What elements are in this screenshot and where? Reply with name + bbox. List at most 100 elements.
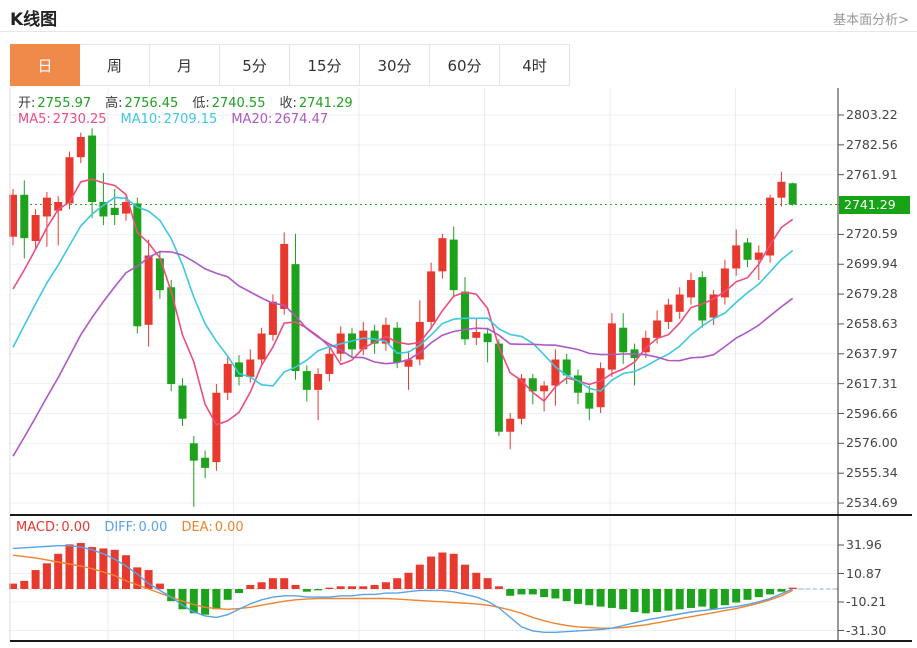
candle-body-up [269, 302, 277, 335]
price-tick-label: 2720.59 [846, 227, 898, 241]
macd-hist-bar-positive [348, 586, 356, 589]
macd-hist-bar-negative [642, 589, 650, 613]
candle-body-up [777, 182, 785, 198]
macd-hist-bar-positive [359, 586, 367, 589]
macd-hist-bar-negative [529, 589, 537, 594]
macd-hist-bar-positive [438, 552, 446, 589]
candle-body-up [224, 364, 232, 393]
macd-tick-label: -31.30 [846, 624, 886, 638]
tab-60分[interactable]: 60分 [430, 44, 500, 86]
macd-hist-bar-positive [393, 578, 401, 589]
candle-body-up [687, 280, 695, 297]
macd-hist-bar-negative [518, 589, 526, 594]
macd-hist-bar-positive [405, 573, 413, 589]
candle-body-up [258, 333, 266, 359]
legend-item: MA5:2730.25 [18, 112, 107, 127]
candle-body-down [450, 240, 458, 291]
price-tick-label: 2679.28 [846, 287, 898, 301]
tab-30分[interactable]: 30分 [360, 44, 430, 86]
candle-body-up [212, 393, 220, 462]
price-tick-label: 2555.34 [846, 466, 898, 480]
macd-hist-bar-negative [698, 589, 706, 607]
macd-legend: MACD:0.00DIFF:0.00DEA:0.00 [16, 520, 244, 535]
macd-hist-bar-positive [371, 585, 379, 589]
tab-15分[interactable]: 15分 [290, 44, 360, 86]
page-title: K线图 [10, 5, 57, 30]
macd-tick-label: 31.96 [846, 538, 882, 552]
candle-body-down [585, 393, 593, 409]
candle-body-down [88, 136, 96, 202]
tab-月[interactable]: 月 [150, 44, 220, 86]
macd-hist-bar-positive [145, 570, 153, 589]
candle-body-up [472, 332, 480, 338]
candle-body-up [438, 238, 446, 271]
macd-hist-bar-negative [631, 589, 639, 612]
candle-body-down [461, 292, 469, 340]
candle-body-down [484, 333, 492, 342]
price-tick-label: 2658.63 [846, 317, 898, 331]
candle-body-down [393, 328, 401, 363]
candle-body-down [789, 183, 797, 204]
tab-4时[interactable]: 4时 [500, 44, 570, 86]
timeframe-tabs: 日周月5分15分30分60分4时 [10, 44, 570, 86]
macd-hist-bar-positive [20, 581, 28, 589]
legend-item: 高:2756.45 [105, 92, 178, 111]
fundamental-analysis-link[interactable]: 基本面分析> [833, 9, 909, 28]
candle-body-down [495, 344, 503, 432]
macd-hist-bar-positive [32, 570, 40, 589]
candle-body-up [314, 374, 322, 390]
macd-tick-label: 10.87 [846, 567, 882, 581]
candle-body-down [744, 242, 752, 259]
legend-item: MA20:2674.47 [231, 112, 328, 127]
candle-body-up [540, 386, 548, 392]
candle-body-down [201, 458, 209, 468]
price-tick-label: 2617.31 [846, 377, 898, 391]
tab-周[interactable]: 周 [80, 44, 150, 86]
candle-body-up [246, 360, 254, 377]
macd-hist-bar-positive [111, 550, 119, 589]
legend-item: DEA:0.00 [181, 520, 243, 535]
candle-body-down [156, 258, 164, 290]
macd-hist-bar-negative [574, 589, 582, 604]
tab-5分[interactable]: 5分 [220, 44, 290, 86]
price-tick-label: 2637.97 [846, 347, 898, 361]
macd-hist-bar-positive [66, 544, 74, 589]
legend-item: 低:2740.55 [192, 92, 265, 111]
price-tick-label: 2803.22 [846, 108, 898, 122]
macd-hist-bar-positive [292, 585, 300, 589]
legend-item: 开:2755.97 [18, 92, 91, 111]
candle-body-down [619, 328, 627, 353]
macd-hist-bar-positive [325, 588, 333, 589]
candle-body-up [145, 255, 153, 324]
macd-hist-bar-positive [54, 554, 62, 589]
macd-hist-bar-negative [212, 589, 220, 609]
ma-legend: MA5:2730.25MA10:2709.15MA20:2674.47 [18, 112, 328, 127]
macd-hist-bar-negative [777, 589, 785, 592]
macd-hist-bar-negative [314, 589, 322, 590]
candle-body-up [766, 198, 774, 256]
macd-hist-bar-positive [280, 578, 288, 589]
tab-日[interactable]: 日 [10, 44, 80, 86]
candle-body-down [574, 375, 582, 392]
kline-app: K线图 基本面分析> 日周月5分15分30分60分4时 开:2755.97 高:2… [0, 0, 917, 648]
macd-hist-bar-negative [563, 589, 571, 601]
macd-hist-bar-negative [687, 589, 695, 608]
candle-body-down [111, 208, 119, 215]
macd-hist-bar-positive [269, 578, 277, 589]
candle-body-down [20, 195, 28, 238]
candle-body-up [32, 215, 40, 241]
candle-body-up [676, 294, 684, 311]
macd-hist-bar-negative [766, 589, 774, 594]
candle-body-up [608, 323, 616, 369]
header-divider [0, 31, 917, 32]
candle-body-down [303, 371, 311, 390]
candle-body-down [292, 264, 300, 371]
macd-hist-bar-negative [755, 589, 763, 597]
macd-hist-bar-negative [664, 589, 672, 611]
macd-hist-bar-positive [258, 582, 266, 589]
macd-hist-bar-negative [597, 589, 605, 607]
macd-hist-bar-negative [653, 589, 661, 612]
candle-body-up [653, 320, 661, 337]
candle-body-down [179, 386, 187, 419]
macd-hist-bar-positive [461, 565, 469, 589]
